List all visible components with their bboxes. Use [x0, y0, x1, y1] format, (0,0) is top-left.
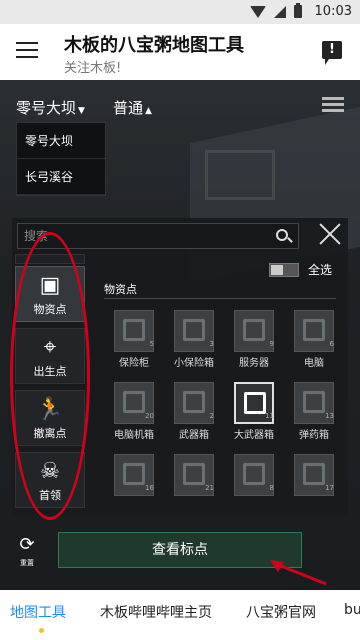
annotation-ellipse	[10, 232, 90, 520]
divider	[104, 298, 336, 299]
map-building	[205, 150, 275, 200]
computer-icon	[294, 310, 334, 352]
weapon-box-icon	[174, 382, 214, 424]
battery-icon	[294, 3, 302, 18]
safe-icon	[114, 310, 154, 352]
item-count: 5	[149, 340, 154, 348]
status-bar: 10:03	[0, 0, 360, 24]
map-option[interactable]: 长弓溪谷	[17, 159, 105, 195]
mode-select-value: 普通	[113, 99, 144, 117]
item-small-safe[interactable]: 3 小保险箱	[164, 310, 224, 370]
item-name: 小保险箱	[174, 358, 214, 369]
map-select-dropdown[interactable]: 零号大坝 ▼	[16, 97, 85, 118]
item-count: 20	[145, 412, 154, 420]
close-icon[interactable]	[318, 222, 342, 246]
tab-more[interactable]: bu	[344, 602, 360, 618]
active-tab-indicator	[39, 628, 44, 633]
server-icon	[234, 310, 274, 352]
item-count: 16	[145, 484, 154, 492]
caret-up-icon: ▲	[145, 106, 152, 116]
item-count: 21	[205, 484, 214, 492]
status-icons	[250, 3, 302, 18]
annotation-arrow	[270, 560, 327, 586]
item-count: 8	[269, 484, 274, 492]
item-tile[interactable]: 16	[104, 454, 164, 514]
item-computer[interactable]: 6 电脑	[284, 310, 344, 370]
bottom-tab-bar: 地图工具 木板哔哩哔哩主页 八宝粥官网 bu	[0, 590, 360, 640]
app-subtitle: 关注木板!	[64, 61, 122, 76]
item-pc-case[interactable]: 20 电脑机箱	[104, 382, 164, 442]
select-all-label: 全选	[308, 263, 333, 277]
item-tile[interactable]: 17	[284, 454, 344, 514]
item-count: 13	[325, 412, 334, 420]
item-name: 保险柜	[119, 358, 149, 369]
tab-map-tool[interactable]: 地图工具	[10, 602, 66, 622]
item-tile[interactable]: 8	[224, 454, 284, 514]
item-name: 弹药箱	[299, 430, 329, 441]
map-select-menu: 零号大坝 长弓溪谷	[16, 122, 106, 196]
item-weapon-box[interactable]: 2 武器箱	[164, 382, 224, 442]
app-bar: 木板的八宝粥地图工具 关注木板! !	[0, 24, 360, 80]
search-icon[interactable]	[276, 229, 288, 241]
small-safe-icon	[174, 310, 214, 352]
item-name: 服务器	[239, 358, 269, 369]
item-name: 武器箱	[179, 430, 209, 441]
item-tile[interactable]: 21	[164, 454, 224, 514]
tab-bilibili-home[interactable]: 木板哔哩哔哩主页	[100, 602, 212, 622]
item-safe[interactable]: 5 保险柜	[104, 310, 164, 370]
hamburger-menu-icon[interactable]	[16, 42, 38, 60]
item-pane: 全选 物资点 5 保险柜 3 小保险箱 9 服务器 6 电脑 20 电脑机箱 2…	[96, 260, 348, 516]
map-option[interactable]: 零号大坝	[17, 123, 105, 159]
item-ammo-box[interactable]: 13 弹药箱	[284, 382, 344, 442]
item-count: 9	[269, 340, 274, 348]
clock: 10:03	[314, 4, 352, 19]
mode-select-dropdown[interactable]: 普通 ▲	[113, 97, 152, 118]
refresh-icon: ⟳	[19, 534, 35, 555]
item-name: 大武器箱	[234, 430, 274, 441]
caret-down-icon: ▼	[78, 106, 85, 116]
wifi-icon	[250, 5, 266, 18]
section-title: 物资点	[104, 283, 137, 296]
reset-button[interactable]: ⟳ 重置	[12, 534, 42, 570]
item-name: 电脑机箱	[114, 430, 154, 441]
item-name: 电脑	[304, 358, 324, 369]
feedback-icon[interactable]: !	[322, 41, 342, 65]
item-count: 6	[329, 340, 334, 348]
item-large-weapon-box[interactable]: 11 大武器箱	[224, 382, 284, 442]
reset-label: 重置	[20, 559, 34, 567]
item-count: 2	[209, 412, 214, 420]
item-count: 17	[325, 484, 334, 492]
signal-icon	[274, 5, 286, 18]
item-count: 3	[209, 340, 214, 348]
item-count: 11	[265, 412, 274, 420]
list-view-icon[interactable]	[322, 97, 344, 115]
jacket-icon	[234, 454, 274, 496]
select-all-toggle[interactable]	[269, 263, 299, 277]
map-select-value: 零号大坝	[16, 99, 77, 117]
app-title: 木板的八宝粥地图工具	[64, 35, 244, 56]
tab-official-site[interactable]: 八宝粥官网	[246, 602, 316, 622]
view-markers-button[interactable]: 查看标点	[58, 532, 302, 568]
item-server[interactable]: 9 服务器	[224, 310, 284, 370]
